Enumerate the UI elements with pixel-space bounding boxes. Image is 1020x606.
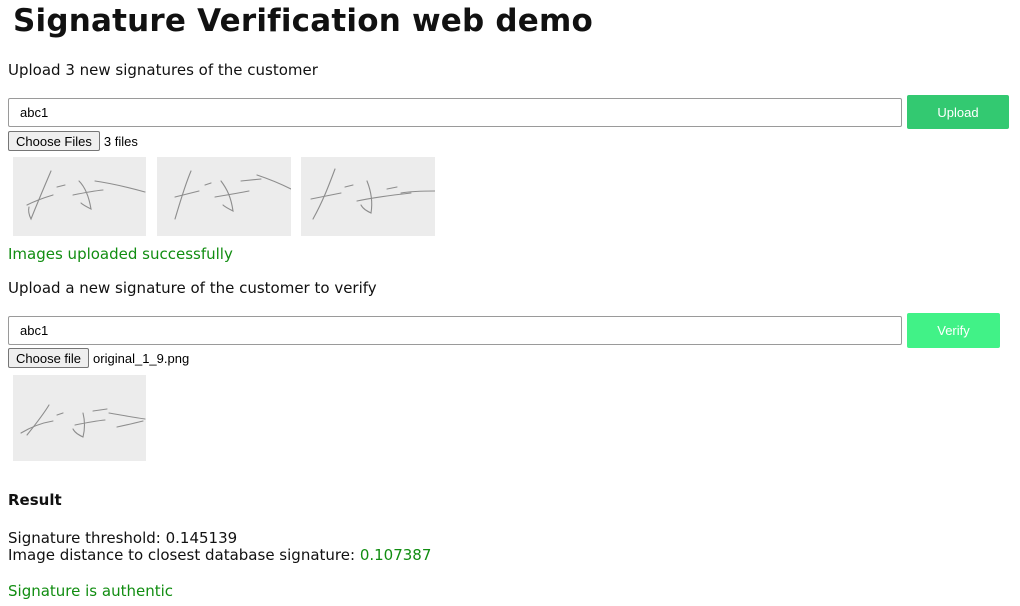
uploaded-signature-image-3 [301,157,435,236]
verification-verdict: Signature is authentic [8,582,173,600]
upload-file-picker: Choose Files 3 files [8,131,138,151]
result-heading: Result [8,491,62,509]
result-metrics: Signature threshold: 0.145139 Image dist… [8,530,431,564]
upload-instruction: Upload 3 new signatures of the customer [8,61,318,79]
verify-file-picker: Choose file original_1_9.png [8,348,189,368]
distance-value: 0.107387 [359,546,432,564]
choose-files-button[interactable]: Choose Files [8,131,100,151]
verify-file-status: original_1_9.png [93,350,190,366]
page-title: Signature Verification web demo [13,3,594,39]
verify-instruction: Upload a new signature of the customer t… [8,279,377,297]
upload-button[interactable]: Upload [907,95,1009,129]
threshold-label: Signature threshold: [8,529,161,547]
distance-line: Image distance to closest database signa… [8,547,431,564]
upload-customer-id-input[interactable] [8,98,902,127]
uploaded-signature-image-1 [13,157,146,236]
threshold-value: 0.145139 [165,529,238,547]
upload-status-message: Images uploaded successfully [8,245,233,263]
distance-label: Image distance to closest database signa… [8,546,356,564]
uploaded-signature-image-2 [157,157,291,236]
verify-customer-id-input[interactable] [8,316,902,345]
upload-file-status: 3 files [103,133,138,149]
choose-file-button[interactable]: Choose file [8,348,90,368]
threshold-line: Signature threshold: 0.145139 [8,530,431,547]
verify-button[interactable]: Verify [907,313,1000,348]
verify-signature-image [13,375,146,461]
